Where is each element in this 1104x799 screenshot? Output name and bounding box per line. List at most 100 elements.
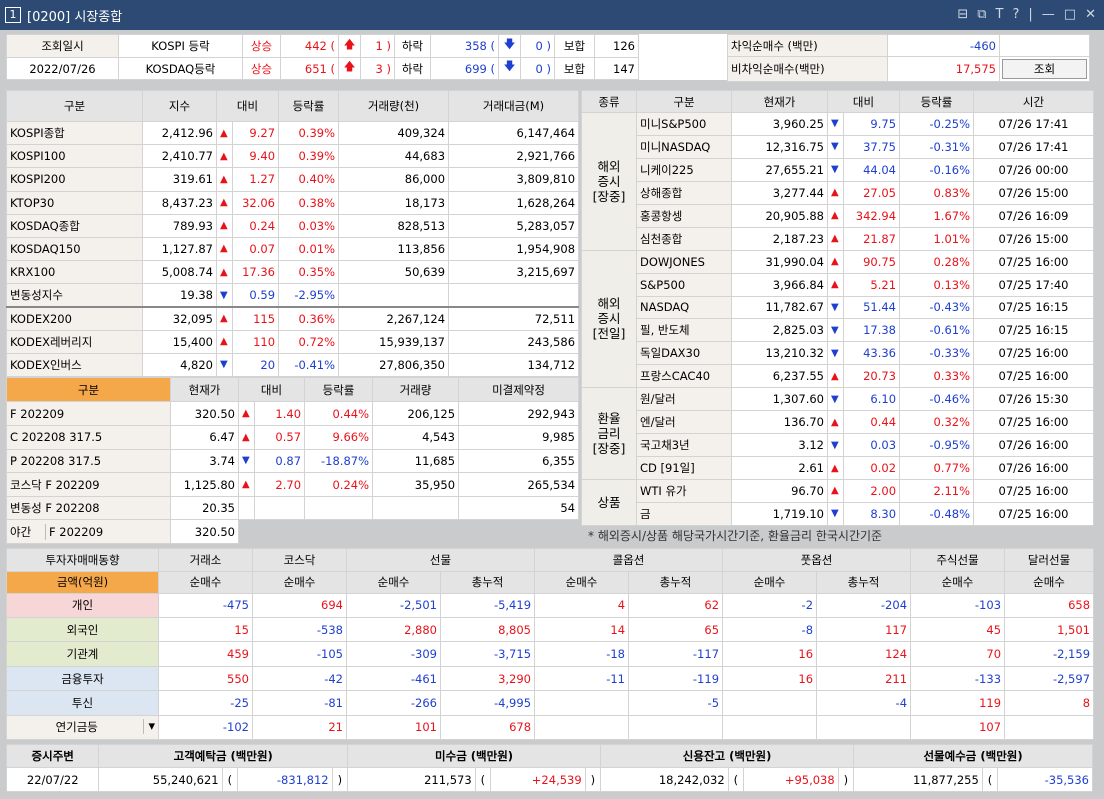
volume: 86,000 [338, 167, 450, 192]
index-name[interactable]: KRX100 [6, 260, 143, 285]
window-control-icon-2[interactable]: T [996, 7, 1004, 22]
change: 0.02 [842, 456, 901, 480]
query-button[interactable]: 조회 [1002, 59, 1087, 79]
table-row: 증시주변 고객예탁금 (백만원) 미수금 (백만원) 신용잔고 (백만원) 선물예수금 … [5, 744, 1093, 768]
change: 0.87 [253, 448, 306, 474]
query-button[interactable]: 조회 [999, 56, 1090, 82]
market-name[interactable]: 필, 반도체 [636, 318, 732, 343]
index-name[interactable]: 변동성지수 [6, 283, 143, 308]
investor-name[interactable]: 연기금등 ▾ [6, 714, 159, 741]
index-name[interactable]: KOSPI200 [6, 167, 143, 192]
derivative-name[interactable]: C 202208 317.5 [6, 425, 171, 450]
empty-cell [304, 519, 373, 544]
market-name[interactable]: CD [91일] [636, 456, 732, 480]
market-name[interactable]: 니케이225 [636, 157, 732, 182]
market-name[interactable]: WTI 유가 [636, 479, 732, 503]
investor-value: -2,159 [1004, 641, 1095, 667]
market-name[interactable]: DOWJONES [636, 249, 732, 274]
change-rate: 0.35% [278, 260, 340, 285]
change-rate: -0.61% [899, 318, 975, 343]
fund-change: +24,539 [490, 767, 586, 792]
window-control-icon-7[interactable]: ✕ [1085, 7, 1096, 22]
index-value: 15,400 [142, 329, 217, 354]
change: 37.75 [842, 134, 901, 159]
up-label: 상승 [242, 57, 281, 80]
col-header: 종류 [581, 90, 637, 113]
amount [448, 283, 580, 308]
upper-limit-count: 1 ) [360, 34, 395, 58]
investor-value [722, 714, 818, 741]
paren-close: ) [331, 767, 349, 792]
index-name[interactable]: KOSPI종합 [6, 120, 143, 146]
index-name[interactable]: KODEX레버리지 [6, 329, 143, 354]
time: 07/25 16:00 [973, 341, 1095, 366]
col-header: 등락률 [278, 90, 340, 122]
derivative-name[interactable]: F 202209 [6, 401, 171, 427]
investor-value: -105 [252, 641, 347, 667]
investor-value: -3,715 [439, 641, 536, 667]
market-name[interactable]: 독일DAX30 [636, 341, 732, 366]
investor-value: 21 [252, 714, 347, 741]
table-row: 비차익순매수(백만) 17,575 조회 [727, 56, 1090, 82]
table-row: 금액(억원) 순매수 순매수 순매수 총누적 순매수 총누적 순매수 총누적 순매수 순매수 [6, 570, 1095, 594]
sub-header: 순매수 [346, 570, 441, 594]
time: 07/25 17:40 [973, 272, 1095, 297]
dropdown-arrow-icon[interactable]: ▾ [143, 719, 155, 735]
table-row: 프랑스CAC40 6,237.55 ▲ 20.73 0.33% 07/25 16:00 [582, 364, 1095, 389]
market-name[interactable]: 미니S&P500 [636, 112, 732, 136]
derivative-name[interactable]: 변동성 F 202208 [6, 495, 171, 521]
index-name[interactable]: KTOP30 [6, 190, 143, 215]
empty-cell [372, 519, 459, 544]
sub-header: 총누적 [816, 570, 912, 594]
up-label: 상승 [242, 34, 281, 58]
derivative-name[interactable]: P 202208 317.5 [6, 448, 171, 474]
market-name[interactable]: 엔/달러 [636, 410, 732, 435]
index-name[interactable]: KODEX200 [6, 306, 143, 331]
window-control-icon-1[interactable]: ⧉ [977, 7, 986, 22]
change: 5.21 [842, 272, 901, 297]
window-control-icon-6[interactable]: □ [1064, 7, 1076, 22]
market-name[interactable]: 심천종합 [636, 226, 732, 251]
window-control-icon-3[interactable]: ? [1013, 7, 1020, 22]
table-row: 코스닥 F 202209 1,125.80 ▲ 2.70 0.24% 35,950 265,… [6, 472, 580, 497]
index-name[interactable]: KOSDAQ150 [6, 236, 143, 262]
market-name[interactable]: 프랑스CAC40 [636, 364, 732, 389]
market-name[interactable]: NASDAQ [636, 295, 732, 320]
down-label: 하락 [394, 57, 431, 80]
change-rate: 0.36% [278, 306, 340, 331]
table-row: KOSPI100 2,410.77 ▲ 9.40 0.39% 44,683 2,921,76… [6, 144, 580, 169]
index-name[interactable]: KODEX인버스 [6, 352, 143, 378]
investor-name: 기관계 [6, 641, 159, 667]
investor-value: -4,995 [439, 690, 536, 716]
open-interest: 265,534 [458, 472, 580, 497]
market-name[interactable]: 홍콩항셍 [636, 203, 732, 228]
index-value: 5,008.74 [142, 260, 217, 285]
amount: 3,809,810 [448, 167, 580, 192]
market-name[interactable]: S&P500 [636, 272, 732, 297]
change: 0.03 [842, 433, 901, 458]
market-name[interactable]: 국고채3년 [636, 433, 732, 458]
window-control-icon-4[interactable]: | [1028, 7, 1032, 22]
night-session: 야간 F 202209 [6, 519, 171, 544]
investor-value [1004, 714, 1095, 741]
derivative-name[interactable]: 코스닥 F 202209 [6, 472, 171, 497]
col-header: 구분 [6, 90, 143, 122]
paren-close: ) [837, 767, 855, 792]
market-name[interactable]: 미니NASDAQ [636, 134, 732, 159]
window-control-icon-5[interactable]: — [1042, 7, 1055, 22]
fund-value: 211,573 [347, 767, 476, 792]
table-row: 해외 증시 [전일] DOWJONES 31,990.04 ▲ 90.75 0.28% 07… [581, 249, 1095, 389]
index-name[interactable]: KOSPI100 [6, 144, 143, 169]
market-name[interactable]: 상해종합 [636, 180, 732, 205]
title-bar: 1 [0200] 시장종합 ⊟ ⧉ T? | — □ ✕ [0, 0, 1104, 30]
time: 07/25 16:00 [973, 410, 1095, 435]
index-name[interactable]: KOSDAQ종합 [6, 213, 143, 238]
window-control-icon-0[interactable]: ⊟ [957, 7, 968, 22]
sub-header: 총누적 [628, 570, 724, 594]
change: 0.57 [253, 425, 306, 450]
market-name[interactable]: 원/달러 [636, 387, 732, 412]
amount: 134,712 [448, 352, 580, 378]
market-name[interactable]: 금 [636, 501, 732, 526]
col-header: 구분 [636, 90, 732, 113]
investor-value: -81 [252, 690, 347, 716]
